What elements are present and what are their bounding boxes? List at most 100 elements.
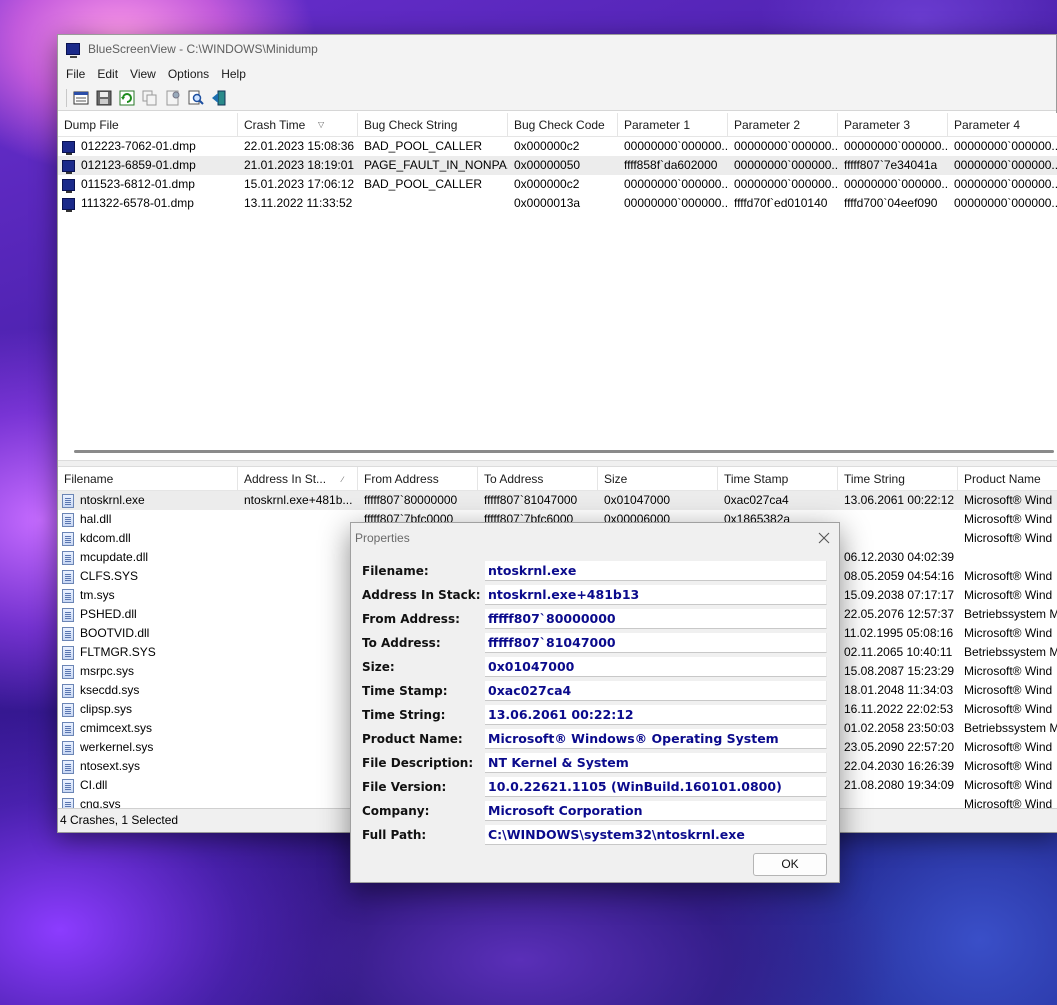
table-cell (238, 738, 358, 757)
table-cell: fffff807`7e34041a (844, 158, 938, 172)
property-label: Time Stamp: (362, 684, 448, 698)
property-value-field[interactable]: ntoskrnl.exe+481b13 (485, 585, 827, 605)
copy-icon[interactable] (140, 88, 160, 108)
cell-text: ntosext.sys (80, 759, 141, 773)
column-header[interactable]: Filename (58, 467, 238, 491)
dump-file-icon (62, 178, 75, 193)
table-cell: 00000000`000000... (624, 139, 728, 153)
dump-file-icon (62, 140, 75, 155)
module-file-icon (62, 702, 74, 717)
property-value-field[interactable]: Microsoft Corporation (485, 801, 827, 821)
property-value-field[interactable]: 13.06.2061 00:22:12 (485, 705, 827, 725)
property-value-field[interactable]: fffff807`80000000 (485, 609, 827, 629)
property-label: From Address: (362, 612, 460, 626)
crash-list[interactable]: Dump File Crash Time ▽ Bug Check String Bug … (58, 113, 1057, 445)
save-icon[interactable] (94, 88, 114, 108)
module-file-icon (62, 778, 74, 793)
module-file-icon (62, 683, 74, 698)
refresh-icon[interactable] (117, 88, 137, 108)
ok-button[interactable]: OK (753, 853, 827, 876)
property-label: Company: (362, 804, 430, 818)
column-header[interactable]: Dump File (58, 113, 238, 137)
property-row: File Version: 10.0.22621.1105 (WinBuild.1… (362, 777, 827, 797)
title-bar[interactable]: BlueScreenView - C:\WINDOWS\Minidump (58, 35, 1056, 63)
column-header[interactable]: Parameter 3 (838, 113, 948, 137)
crash-row[interactable]: 111322-6578-01.dmp 13.11.2022 11:33:52 0x0… (58, 194, 1057, 213)
property-value-field[interactable]: NT Kernel & System (485, 753, 827, 773)
table-cell: fffff807`80000000 (364, 493, 458, 507)
close-icon[interactable] (809, 524, 839, 552)
table-cell: 00000000`000000... (954, 158, 1057, 172)
crash-row[interactable]: 011523-6812-01.dmp 15.01.2023 17:06:12 BAD… (58, 175, 1057, 194)
table-cell: 00000000`000000... (734, 139, 838, 153)
property-value-field[interactable]: fffff807`81047000 (485, 633, 827, 653)
table-cell: 15.08.2087 15:23:29 (844, 664, 955, 678)
menu-view[interactable]: View (124, 67, 162, 81)
table-cell (238, 776, 358, 795)
table-cell: 02.11.2065 10:40:11 (844, 645, 953, 659)
module-row[interactable]: ntoskrnl.exe ntoskrnl.exe+481b... fffff807… (58, 491, 1057, 510)
column-header[interactable]: Product Name (958, 467, 1057, 491)
menu-file[interactable]: File (60, 67, 91, 81)
table-cell (238, 605, 358, 624)
column-header[interactable]: Crash Time ▽ (238, 113, 358, 137)
module-file-icon (62, 759, 74, 774)
table-cell: 22.05.2076 12:57:37 (844, 607, 955, 621)
cell-text: mcupdate.dll (80, 550, 149, 564)
table-cell: 0x000000c2 (514, 139, 580, 153)
crash-list-horizontal-scrollbar[interactable] (58, 442, 1057, 460)
column-header[interactable]: Address In St... ∕ (238, 467, 358, 491)
column-header[interactable]: Parameter 1 (618, 113, 728, 137)
module-file-icon (62, 740, 74, 755)
column-header[interactable]: Parameter 2 (728, 113, 838, 137)
menu-options[interactable]: Options (162, 67, 215, 81)
column-header[interactable]: Bug Check String (358, 113, 508, 137)
table-cell: CI.dll (58, 776, 238, 795)
pane-splitter[interactable] (58, 460, 1057, 467)
dump-file-icon (62, 197, 75, 212)
cell-text: BOOTVID.dll (80, 626, 150, 640)
properties-icon[interactable] (71, 88, 91, 108)
column-header[interactable]: Bug Check Code (508, 113, 618, 137)
table-cell: 22.04.2030 16:26:39 (844, 759, 955, 773)
table-cell: ntoskrnl.exe+481b... (244, 493, 353, 507)
property-value-field[interactable]: ntoskrnl.exe (485, 561, 827, 581)
table-cell: 00000000`000000... (844, 139, 948, 153)
module-file-icon (62, 493, 74, 508)
property-value-field[interactable]: 10.0.22621.1105 (WinBuild.160101.0800) (485, 777, 827, 797)
property-value-field[interactable]: 0x01047000 (485, 657, 827, 677)
column-header[interactable]: Time Stamp (718, 467, 838, 491)
table-cell (238, 548, 358, 567)
property-label: File Description: (362, 756, 474, 770)
column-header[interactable]: Time String (838, 467, 958, 491)
find-icon[interactable] (186, 88, 206, 108)
property-value-field[interactable]: 0xac027ca4 (485, 681, 827, 701)
property-row: Product Name: Microsoft® Windows® Operati… (362, 729, 827, 749)
exit-icon[interactable] (209, 88, 229, 108)
cell-text: tm.sys (80, 588, 115, 602)
property-row: To Address: fffff807`81047000 (362, 633, 827, 653)
table-cell: werkernel.sys (58, 738, 238, 757)
table-cell: BAD_POOL_CALLER (364, 177, 483, 191)
property-value-field[interactable]: C:\WINDOWS\system32\ntoskrnl.exe (485, 825, 827, 845)
cell-text: 012123-6859-01.dmp (81, 158, 196, 172)
column-header[interactable]: Parameter 4 (948, 113, 1057, 137)
dialog-title-bar[interactable]: Properties (351, 523, 839, 553)
property-value-field[interactable]: Microsoft® Windows® Operating System (485, 729, 827, 749)
cell-text: CI.dll (80, 778, 108, 792)
table-cell: Microsoft® Wind (964, 569, 1053, 583)
module-file-icon (62, 512, 74, 527)
column-header[interactable]: To Address (478, 467, 598, 491)
html-report-icon[interactable] (163, 88, 183, 108)
column-header[interactable]: From Address (358, 467, 478, 491)
column-header[interactable]: Size (598, 467, 718, 491)
menu-edit[interactable]: Edit (91, 67, 124, 81)
module-file-icon (62, 588, 74, 603)
scrollbar-thumb[interactable] (74, 450, 1054, 453)
menu-help[interactable]: Help (215, 67, 252, 81)
status-text: 4 Crashes, 1 Selected (60, 813, 179, 827)
crash-row[interactable]: 012223-7062-01.dmp 22.01.2023 15:08:36 BAD… (58, 137, 1057, 156)
module-file-icon (62, 550, 74, 565)
table-cell: ntosext.sys (58, 757, 238, 776)
crash-row[interactable]: 012123-6859-01.dmp 21.01.2023 18:19:01 PAG… (58, 156, 1057, 175)
